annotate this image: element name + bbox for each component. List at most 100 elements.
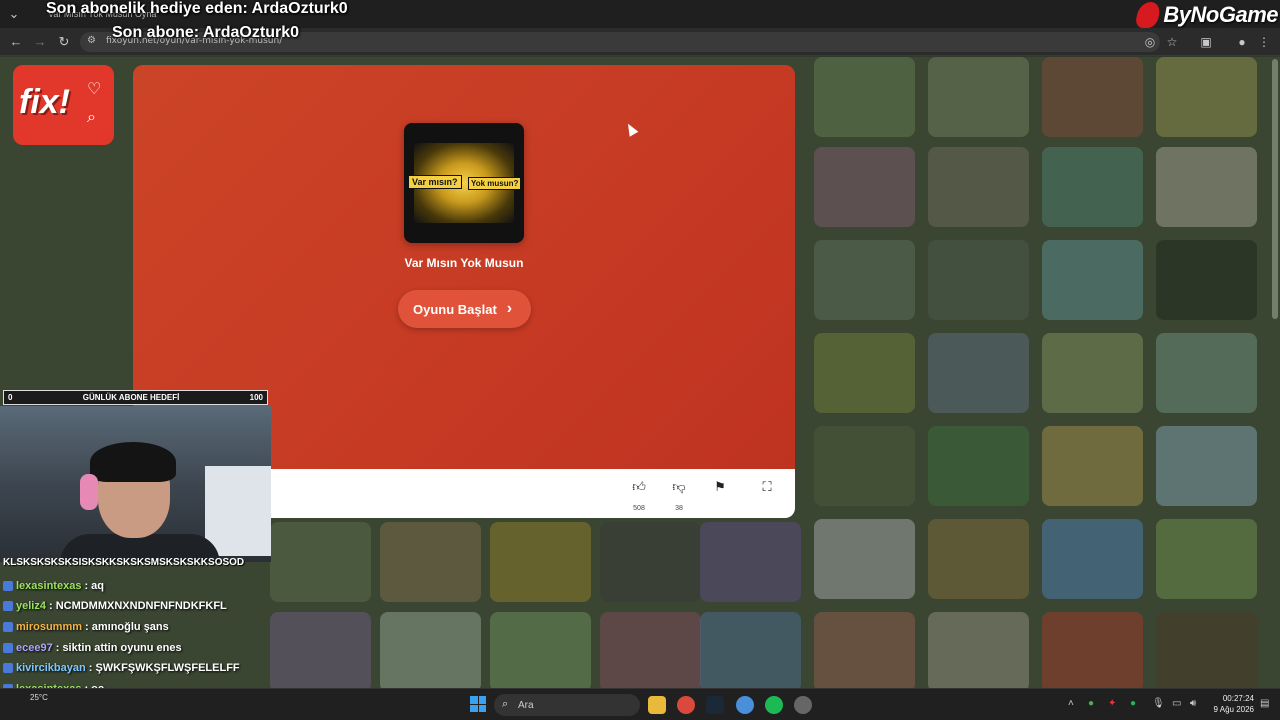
website-content: fix! ♡ ⌕ Var mısın? Yok musun? Var Mısın… xyxy=(0,57,1280,688)
chat-username[interactable]: mirosummm xyxy=(16,621,82,633)
microphone-icon[interactable]: 🎙︎ xyxy=(1152,698,1165,709)
game-tile[interactable] xyxy=(700,612,801,688)
game-tile[interactable] xyxy=(1156,240,1257,320)
last-sub-overlay: Son abone: ArdaOzturk0 xyxy=(112,24,299,41)
like-icon[interactable]: 👍︎ xyxy=(627,479,651,495)
game-tile[interactable] xyxy=(1042,612,1143,688)
clock-date: 9 Ağu 2026 xyxy=(1213,705,1254,714)
chrome-active-icon[interactable] xyxy=(736,696,754,714)
thumbnail-label-right: Yok musun? xyxy=(468,177,522,190)
game-tile[interactable] xyxy=(1042,57,1143,137)
goal-start: 0 xyxy=(8,393,13,402)
game-tile[interactable] xyxy=(1042,426,1143,506)
chat-message: ecee97: siktin attin oyunu enes xyxy=(3,640,182,656)
chat-username[interactable]: yeliz4 xyxy=(16,600,46,612)
game-tile[interactable] xyxy=(700,522,801,602)
chat-username[interactable]: lexasintexas xyxy=(16,580,81,592)
game-tile[interactable] xyxy=(1042,519,1143,599)
game-tile[interactable] xyxy=(814,333,915,413)
clock[interactable]: 00:27:24 9 Ağu 2026 xyxy=(1208,693,1254,715)
game-tile[interactable] xyxy=(600,522,701,602)
game-tile[interactable] xyxy=(1156,147,1257,227)
star-icon[interactable]: ☆ xyxy=(1164,34,1180,50)
game-tile[interactable] xyxy=(1156,519,1257,599)
game-grid-bottom xyxy=(270,518,810,688)
file-explorer-icon[interactable] xyxy=(648,696,666,714)
page-scrollbar[interactable] xyxy=(1272,59,1278,319)
site-info-icon[interactable]: ⚙ xyxy=(87,35,96,46)
chat-badge-icon xyxy=(3,581,13,591)
game-tile[interactable] xyxy=(1156,426,1257,506)
eye-off-icon[interactable]: ◎ xyxy=(1142,34,1158,50)
sub-goal-bar: 0 GÜNLÜK ABONE HEDEFİ 100 xyxy=(3,390,268,405)
game-tile[interactable] xyxy=(814,240,915,320)
tray-expand-icon[interactable]: ˄ xyxy=(1068,698,1074,709)
search-icon[interactable]: ⌕ xyxy=(87,109,96,127)
report-flag-icon[interactable]: ⚑ xyxy=(708,479,732,495)
game-tile[interactable] xyxy=(928,333,1029,413)
brand-logo: ByNoGame xyxy=(1134,0,1278,30)
game-tile[interactable] xyxy=(1156,57,1257,137)
chat-username[interactable]: kivircikbayan xyxy=(16,662,86,674)
steam-icon[interactable] xyxy=(706,696,724,714)
game-tile[interactable] xyxy=(1156,612,1257,688)
game-tile[interactable] xyxy=(380,522,481,602)
volume-icon[interactable]: 🔊︎ xyxy=(1190,698,1196,709)
game-tile[interactable] xyxy=(928,240,1029,320)
tab-list-icon[interactable]: ⌄ xyxy=(6,6,22,22)
profile-icon[interactable]: ● xyxy=(1234,34,1250,50)
game-thumbnail: Var mısın? Yok musun? xyxy=(404,123,524,243)
game-tile[interactable] xyxy=(600,612,701,688)
game-tile[interactable] xyxy=(928,519,1029,599)
windows-start-icon[interactable] xyxy=(470,696,486,712)
chat-message: mirosummm: amınoğlu şans xyxy=(3,619,169,635)
fullscreen-icon[interactable]: ⛶ xyxy=(755,479,779,495)
brand-text: ByNoGame xyxy=(1163,2,1278,27)
game-tile[interactable] xyxy=(814,519,915,599)
chat-username[interactable]: ecee97 xyxy=(16,642,53,654)
chat-badge-icon xyxy=(3,622,13,632)
game-tile[interactable] xyxy=(814,57,915,137)
start-game-button[interactable]: Oyunu Başlat › xyxy=(398,290,531,328)
dislike-count: 38 xyxy=(675,505,683,512)
heart-icon[interactable]: ♡ xyxy=(87,79,101,99)
menu-icon[interactable]: ⋮ xyxy=(1256,34,1272,50)
game-tile[interactable] xyxy=(490,522,591,602)
tray-app-icon[interactable]: ✦ xyxy=(1108,698,1116,709)
brand-mark-icon xyxy=(1134,2,1163,28)
game-tile[interactable] xyxy=(270,522,371,602)
game-tile[interactable] xyxy=(1156,333,1257,413)
game-tile[interactable] xyxy=(814,147,915,227)
taskbar-search[interactable]: ⌕ Ara xyxy=(494,694,640,716)
game-tile[interactable] xyxy=(814,426,915,506)
game-tile[interactable] xyxy=(928,426,1029,506)
chrome-icon[interactable] xyxy=(677,696,695,714)
spotify-tray-icon[interactable]: ● xyxy=(1130,698,1136,709)
chat-top-line: KLSKSKSKSKSISKSKKSKSKSMSKSKSKKSOSOD xyxy=(3,557,245,568)
spotify-icon[interactable] xyxy=(765,696,783,714)
forward-icon[interactable]: → xyxy=(32,34,48,50)
game-tile[interactable] xyxy=(490,612,591,688)
extensions-icon[interactable]: ▣ xyxy=(1198,34,1214,50)
game-tile[interactable] xyxy=(814,612,915,688)
game-tile[interactable] xyxy=(1042,240,1143,320)
goal-end: 100 xyxy=(249,393,263,402)
network-icon[interactable]: ▭ xyxy=(1172,698,1181,709)
game-tile[interactable] xyxy=(380,612,481,688)
thumbnail-label-left: Var mısın? xyxy=(408,175,462,189)
webcam-background-bed xyxy=(205,466,271,556)
game-tile[interactable] xyxy=(928,57,1029,137)
game-tile[interactable] xyxy=(928,612,1029,688)
obs-icon[interactable] xyxy=(794,696,812,714)
game-tile[interactable] xyxy=(928,147,1029,227)
dislike-icon[interactable]: 👎︎ xyxy=(667,479,691,495)
reload-icon[interactable]: ↻ xyxy=(56,34,72,50)
site-logo[interactable]: fix! ♡ ⌕ xyxy=(13,65,114,145)
weather-temp[interactable]: 25°C xyxy=(30,693,48,702)
tray-app-icon[interactable]: ● xyxy=(1088,698,1094,709)
notification-icon[interactable]: ▤ xyxy=(1260,698,1269,709)
game-tile[interactable] xyxy=(1042,333,1143,413)
game-tile[interactable] xyxy=(1042,147,1143,227)
game-tile[interactable] xyxy=(270,612,371,688)
back-icon[interactable]: ← xyxy=(8,34,24,50)
